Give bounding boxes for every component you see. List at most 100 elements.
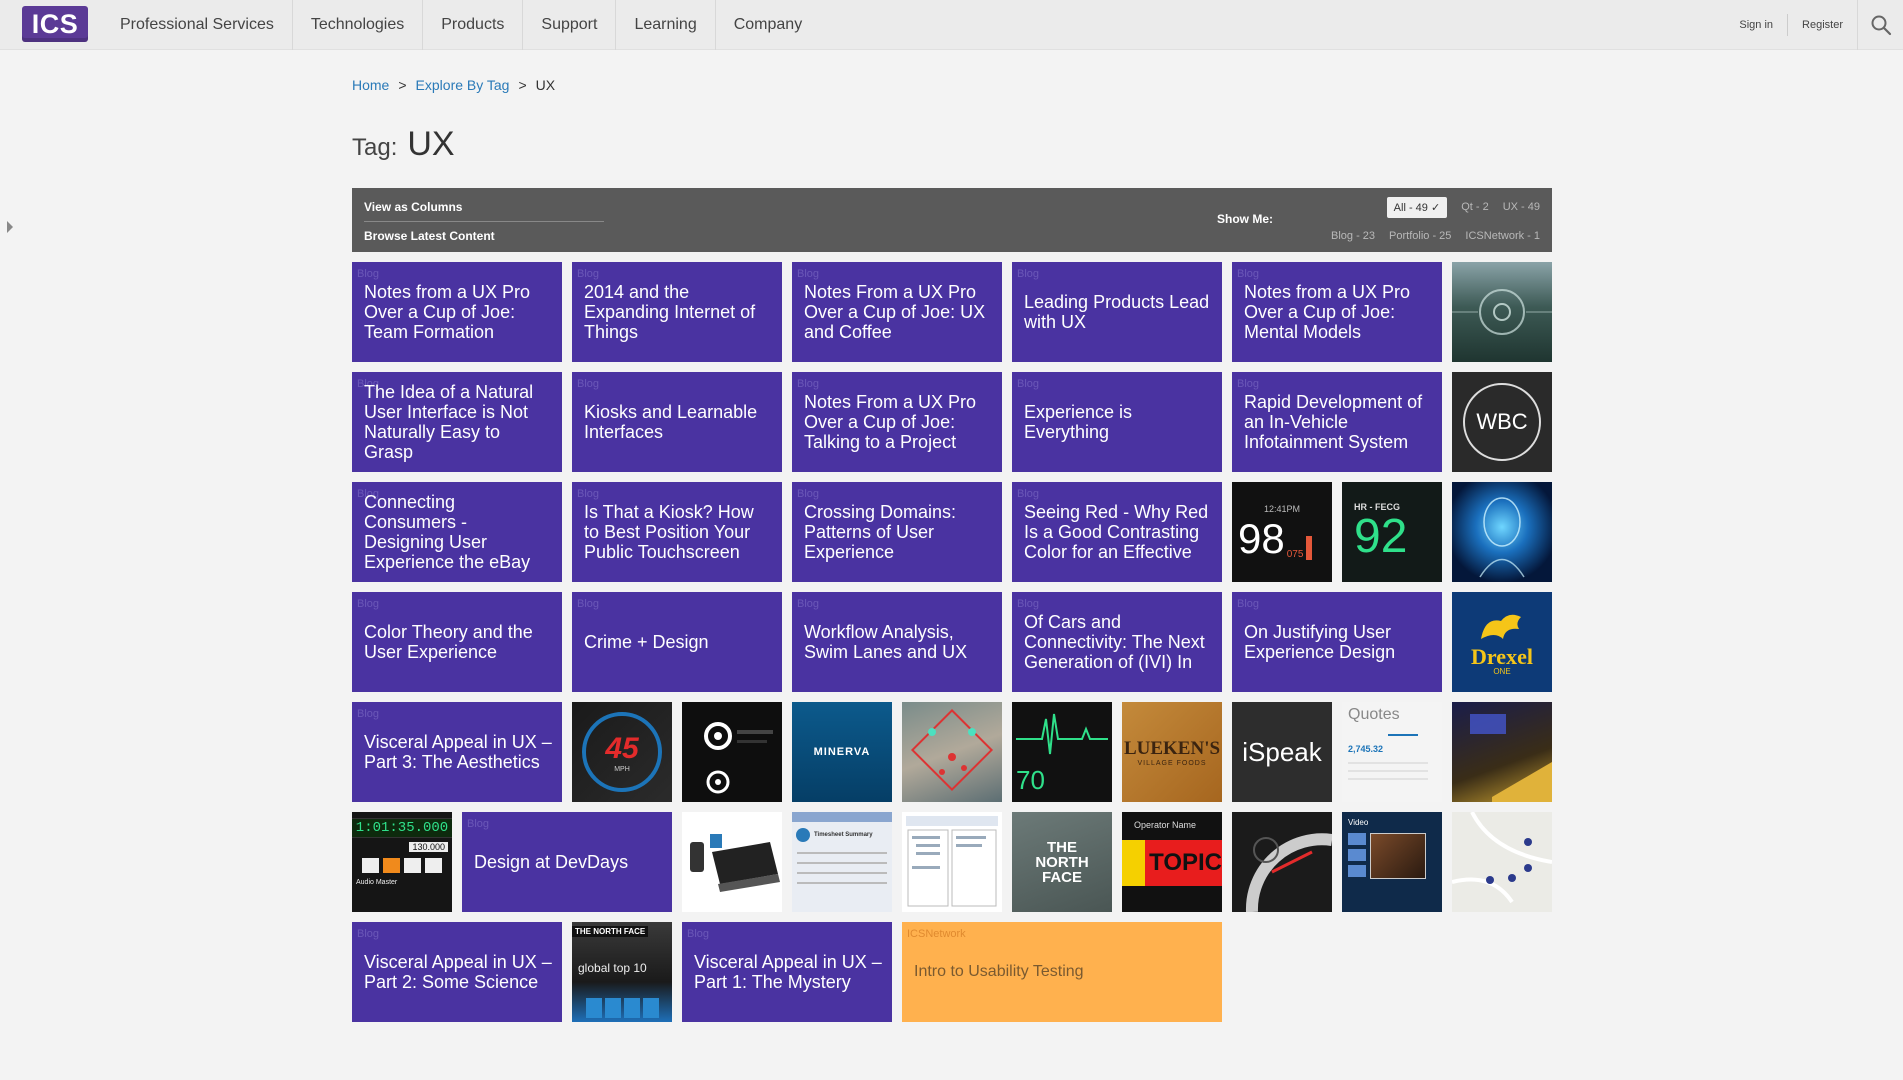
portfolio-thumbnail-minerva[interactable]: MINERVA (792, 702, 892, 802)
portfolio-thumbnail-timesheet[interactable]: Timesheet Summary (792, 812, 892, 912)
breadcrumb-home[interactable]: Home (352, 77, 389, 93)
filter-ux[interactable]: UX - 49 (1503, 201, 1540, 213)
blog-tile[interactable]: Blog Workflow Analysis, Swim Lanes and UX (792, 592, 1002, 692)
search-button[interactable] (1857, 0, 1903, 50)
blog-tile[interactable]: Blog Notes from a UX Pro Over a Cup of Jo… (1232, 262, 1442, 362)
blog-tile[interactable]: Blog Experience is Everything (1012, 372, 1222, 472)
tile-title: Visceral Appeal in UX – Part 1: The Myst… (694, 952, 882, 992)
nav-support[interactable]: Support (523, 0, 617, 50)
tile-type: Blog (797, 268, 820, 280)
nav-technologies[interactable]: Technologies (293, 0, 424, 50)
timer-display: 1:01:35.000 (352, 818, 452, 838)
tile-title: Workflow Analysis, Swim Lanes and UX (804, 622, 968, 662)
top-navigation-bar: ICS Professional Services Technologies P… (0, 0, 1903, 50)
filter-all[interactable]: All - 49 ✓ (1386, 196, 1448, 218)
drexel-logo-text: Drexel (1471, 643, 1533, 669)
quotes-title: Quotes (1348, 706, 1400, 723)
tile-type: Blog (687, 928, 710, 940)
watch-number: 98 (1238, 515, 1285, 562)
portfolio-thumbnail-video[interactable]: Video (1342, 812, 1442, 912)
portfolio-thumbnail-watch[interactable]: 12:41PM 98 075 (1232, 482, 1332, 582)
watch-time: 12:41PM (1263, 504, 1301, 514)
portfolio-thumbnail-ispeak[interactable]: iSpeak (1232, 702, 1332, 802)
blog-tile[interactable]: Blog Connecting Consumers - Designing Use… (352, 482, 562, 582)
portfolio-thumbnail-wbc[interactable]: WBC (1452, 372, 1552, 472)
view-as-columns-link[interactable]: View as Columns (364, 196, 604, 218)
portfolio-thumbnail-gauge[interactable] (1232, 812, 1332, 912)
portfolio-thumbnail-drexel[interactable]: Drexel ONE (1452, 592, 1552, 692)
portfolio-thumbnail-north-face[interactable]: THE NORTH FACE (1012, 812, 1112, 912)
sign-in-link[interactable]: Sign in (1725, 19, 1787, 31)
blog-tile[interactable]: Blog Notes From a UX Pro Over a Cup of Jo… (792, 262, 1002, 362)
tile-type: Blog (577, 268, 600, 280)
watch-bar (1306, 536, 1313, 560)
blog-tile[interactable]: Blog Kiosks and Learnable Interfaces (572, 372, 782, 472)
blog-tile[interactable]: Blog Is That a Kiosk? How to Best Positio… (572, 482, 782, 582)
tile-type: Blog (467, 818, 490, 830)
global-top-label: global top 10 (578, 960, 647, 975)
nav-learning[interactable]: Learning (616, 0, 716, 50)
filter-icsnetwork[interactable]: ICSNetwork - 1 (1465, 230, 1540, 242)
tile-title: Is That a Kiosk? How to Best Position Yo… (584, 502, 754, 562)
portfolio-thumbnail-audio-master[interactable]: 1:01:35.000 130.000 Audio Master (352, 812, 452, 912)
nav-company[interactable]: Company (716, 0, 820, 50)
tile-type: Blog (797, 598, 820, 610)
register-link[interactable]: Register (1788, 19, 1857, 31)
blog-tile[interactable]: Blog Of Cars and Connectivity: The Next G… (1012, 592, 1222, 692)
tile-title: Leading Products Lead with UX (1024, 292, 1210, 332)
browse-latest-link[interactable]: Browse Latest Content (364, 225, 604, 247)
blog-tile[interactable]: Blog 2014 and the Expanding Internet of T… (572, 262, 782, 362)
portfolio-thumbnail-heart-rate[interactable]: HR - FECG 92 (1342, 482, 1442, 582)
tile-type: Blog (797, 488, 820, 500)
ics-logo[interactable]: ICS (22, 6, 88, 42)
blog-tile[interactable]: Blog Rapid Development of an In-Vehicle I… (1232, 372, 1442, 472)
nav-professional-services[interactable]: Professional Services (102, 0, 293, 50)
blog-tile[interactable]: Blog Seeing Red - Why Red Is a Good Contr… (1012, 482, 1222, 582)
blog-tile[interactable]: Blog Visceral Appeal in UX – Part 1: The … (682, 922, 892, 1022)
tile-title: Of Cars and Connectivity: The Next Gener… (1024, 612, 1205, 672)
portfolio-thumbnail-map-markers[interactable] (902, 702, 1002, 802)
list-row (797, 852, 887, 854)
blog-tile[interactable]: Blog Notes from a UX Pro Over a Cup of Jo… (352, 262, 562, 362)
main-nav: Professional Services Technologies Produ… (102, 0, 820, 50)
blog-tile[interactable]: Blog Crime + Design (572, 592, 782, 692)
portfolio-thumbnail-ecg[interactable]: 70 (1012, 702, 1112, 802)
portfolio-thumbnail-topic[interactable]: Operator Name TOPIC (1122, 812, 1222, 912)
portfolio-thumbnail-stage[interactable] (1452, 702, 1552, 802)
portfolio-thumbnail-landscape-hud[interactable] (1452, 262, 1552, 362)
blog-tile[interactable]: Blog On Justifying User Experience Design (1232, 592, 1442, 692)
blog-tile[interactable]: Blog The Idea of a Natural User Interface… (352, 372, 562, 472)
filter-qt[interactable]: Qt - 2 (1461, 201, 1489, 213)
blog-tile[interactable]: Blog Visceral Appeal in UX – Part 3: The … (352, 702, 562, 802)
tile-title: Connecting Consumers - Designing User Ex… (364, 492, 531, 572)
portfolio-thumbnail-dark-ui[interactable] (682, 702, 782, 802)
blog-tile[interactable]: Blog Leading Products Lead with UX (1012, 262, 1222, 362)
weather-day (642, 998, 659, 1018)
blog-tile[interactable]: Blog Visceral Appeal in UX – Part 2: Some… (352, 922, 562, 1022)
portfolio-thumbnail-speedometer[interactable]: 45 MPH (572, 702, 672, 802)
tile-title: Notes From a UX Pro Over a Cup of Joe: U… (804, 282, 986, 342)
portfolio-thumbnail-street-map[interactable] (1452, 812, 1552, 912)
icsnetwork-tile[interactable]: ICSNetwork Intro to Usability Testing (902, 922, 1222, 1022)
blog-tile[interactable]: Blog Crossing Domains: Patterns of User E… (792, 482, 1002, 582)
blog-tile[interactable]: Blog Notes From a UX Pro Over a Cup of Jo… (792, 372, 1002, 472)
blog-tile[interactable]: Blog Color Theory and the User Experience (352, 592, 562, 692)
hr-number: 92 (1354, 510, 1408, 563)
breadcrumb-explore-by-tag[interactable]: Explore By Tag (416, 77, 510, 93)
filter-options: All - 49 ✓ Qt - 2 UX - 49 Blog - 23 Port… (1290, 194, 1540, 252)
filter-portfolio[interactable]: Portfolio - 25 (1389, 230, 1451, 242)
blog-tile[interactable]: Blog Design at DevDays (462, 812, 672, 912)
portfolio-thumbnail-luekens[interactable]: LUEKEN'S VILLAGE FOODS (1122, 702, 1222, 802)
portfolio-thumbnail-file-browser[interactable] (902, 812, 1002, 912)
weather-day (585, 998, 602, 1018)
portfolio-thumbnail-holo-head[interactable] (1452, 482, 1552, 582)
filter-blog[interactable]: Blog - 23 (1331, 230, 1375, 242)
portfolio-thumbnail-weather-app[interactable]: THE NORTH FACE global top 10 (572, 922, 672, 1022)
tile-title: Crime + Design (584, 632, 709, 652)
tile-title: Kiosks and Learnable Interfaces (584, 402, 758, 442)
portfolio-thumbnail-devices[interactable] (682, 812, 782, 912)
quotes-tab-indicator (1388, 734, 1418, 736)
portfolio-thumbnail-quotes[interactable]: Quotes 2,745.32 (1342, 702, 1442, 802)
nav-products[interactable]: Products (423, 0, 524, 50)
side-panel-toggle-icon[interactable] (7, 221, 13, 233)
